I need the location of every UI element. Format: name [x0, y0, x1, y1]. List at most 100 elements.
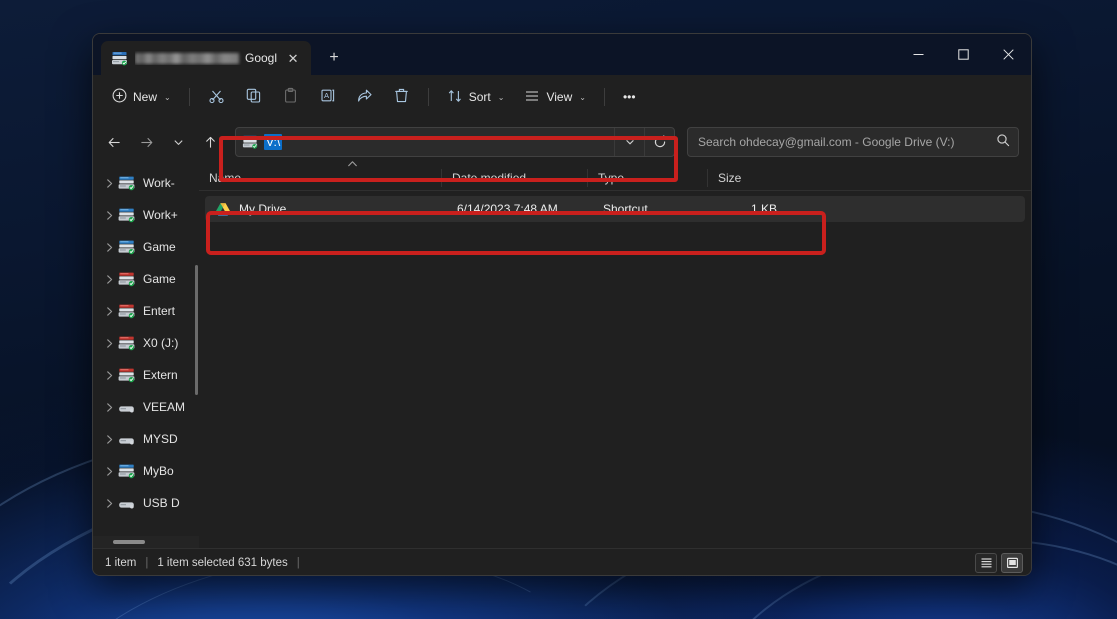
status-selection-info: 1 item selected 631 bytes: [157, 557, 287, 569]
share-button[interactable]: [347, 81, 382, 113]
cut-button[interactable]: [199, 81, 234, 113]
details-view-button[interactable]: [975, 553, 997, 573]
sidebar-item-label: Game: [143, 272, 176, 286]
chevron-right-icon[interactable]: [101, 338, 117, 349]
hdd-red-icon: [117, 303, 136, 320]
plus-circle-icon: [112, 88, 127, 106]
drive-plain-icon: [117, 495, 136, 512]
chevron-right-icon[interactable]: [101, 306, 117, 317]
command-bar: New ⌄: [93, 75, 1031, 119]
status-separator: |: [297, 557, 300, 569]
sidebar-item-label: USB D: [143, 496, 180, 510]
sidebar-item-1[interactable]: Work+: [93, 199, 199, 231]
sidebar-item-label: Game: [143, 240, 176, 254]
new-button[interactable]: New ⌄: [103, 81, 180, 113]
address-bar-wrapper: V:\: [235, 127, 675, 157]
tab-title-text: Googl: [245, 51, 277, 65]
rename-button[interactable]: A: [310, 81, 345, 113]
forward-button[interactable]: [131, 127, 161, 157]
address-path-text[interactable]: V:\: [264, 134, 282, 150]
copy-button[interactable]: [236, 81, 271, 113]
back-button[interactable]: [99, 127, 129, 157]
copy-icon: [245, 87, 262, 107]
tab-google-drive[interactable]: Googl ✕: [101, 41, 311, 75]
status-bar: 1 item | 1 item selected 631 bytes |: [93, 548, 1031, 576]
search-input[interactable]: Search ohdecay@gmail.com - Google Drive …: [698, 135, 996, 149]
sort-button[interactable]: Sort ⌄: [438, 81, 514, 113]
trash-icon: [393, 87, 410, 107]
view-button[interactable]: View ⌄: [515, 81, 595, 113]
close-button[interactable]: [986, 34, 1031, 75]
divider: [189, 88, 190, 106]
chevron-right-icon[interactable]: [101, 178, 117, 189]
sidebar-item-4[interactable]: Entert: [93, 295, 199, 327]
maximize-button[interactable]: [941, 34, 986, 75]
chevron-right-icon[interactable]: [101, 210, 117, 221]
chevron-right-icon[interactable]: [101, 370, 117, 381]
more-options-button[interactable]: •••: [614, 81, 645, 113]
svg-text:A: A: [324, 91, 330, 100]
refresh-button[interactable]: [644, 128, 674, 156]
column-header-name[interactable]: Name: [199, 169, 441, 187]
delete-button[interactable]: [384, 81, 419, 113]
new-button-label: New: [133, 90, 157, 104]
minimize-button[interactable]: [896, 34, 941, 75]
scrollbar-thumb[interactable]: [113, 540, 145, 544]
scissors-icon: [208, 87, 225, 107]
chevron-down-icon: ⌄: [579, 93, 586, 102]
column-headers: Name Date modified Type Size: [199, 165, 1031, 191]
sidebar-horizontal-scrollbar[interactable]: [93, 536, 199, 548]
drive-icon: [242, 134, 258, 150]
sidebar-item-3[interactable]: Game: [93, 263, 199, 295]
chevron-right-icon[interactable]: [101, 242, 117, 253]
chevron-right-icon[interactable]: [101, 402, 117, 413]
file-date-cell: 6/14/2023 7:48 AM: [447, 202, 593, 216]
table-row[interactable]: My Drive6/14/2023 7:48 AMShortcut1 KB: [205, 196, 1025, 222]
sidebar-item-10[interactable]: USB D: [93, 487, 199, 519]
recent-locations-button[interactable]: [163, 127, 193, 157]
paste-button[interactable]: [273, 81, 308, 113]
chevron-right-icon[interactable]: [101, 434, 117, 445]
title-bar: Googl ✕ +: [93, 34, 1031, 75]
status-separator: |: [145, 557, 148, 569]
column-header-type[interactable]: Type: [587, 169, 707, 187]
search-icon[interactable]: [996, 133, 1010, 152]
hdd-blue-icon: [117, 175, 136, 192]
chevron-right-icon[interactable]: [101, 498, 117, 509]
chevron-right-icon[interactable]: [101, 274, 117, 285]
sidebar-item-7[interactable]: VEEAM: [93, 391, 199, 423]
close-icon[interactable]: ✕: [281, 46, 305, 70]
sidebar-item-label: Extern: [143, 368, 178, 382]
sidebar-item-8[interactable]: MYSD: [93, 423, 199, 455]
rename-icon: A: [319, 87, 336, 107]
address-dropdown-button[interactable]: [614, 128, 644, 156]
file-size-cell: 1 KB: [713, 202, 791, 216]
column-header-size[interactable]: Size: [707, 169, 785, 187]
explorer-body: Work- Work+ Game Game Entert X0 (J:) Extern VEE…: [93, 165, 1031, 548]
sidebar-item-label: X0 (J:): [143, 336, 178, 350]
sidebar-item-label: Work+: [143, 208, 178, 222]
address-bar[interactable]: V:\: [235, 127, 675, 157]
sidebar-vertical-scrollbar[interactable]: [195, 265, 198, 395]
large-icons-view-button[interactable]: [1001, 553, 1023, 573]
sidebar-item-2[interactable]: Game: [93, 231, 199, 263]
sidebar-item-0[interactable]: Work-: [93, 167, 199, 199]
sidebar-item-label: Work-: [143, 176, 175, 190]
up-button[interactable]: [195, 127, 225, 157]
file-list-pane: Name Date modified Type Size My Drive6/1…: [199, 165, 1031, 548]
search-box[interactable]: Search ohdecay@gmail.com - Google Drive …: [687, 127, 1019, 157]
google-drive-icon: [215, 202, 231, 217]
file-explorer-window: Googl ✕ + New ⌄: [92, 33, 1032, 576]
chevron-right-icon[interactable]: [101, 466, 117, 477]
sidebar-item-6[interactable]: Extern: [93, 359, 199, 391]
sidebar-item-5[interactable]: X0 (J:): [93, 327, 199, 359]
sidebar-item-9[interactable]: MyBo: [93, 455, 199, 487]
file-name-cell[interactable]: My Drive: [205, 202, 447, 217]
navigation-pane: Work- Work+ Game Game Entert X0 (J:) Extern VEE…: [93, 165, 199, 548]
file-type-cell: Shortcut: [593, 202, 713, 216]
address-row: V:\ Search ohdecay@gmail.com - Google Dr…: [93, 119, 1031, 165]
hdd-blue-icon: [117, 239, 136, 256]
new-tab-button[interactable]: +: [319, 43, 349, 73]
column-header-date-modified[interactable]: Date modified: [441, 169, 587, 187]
window-controls: [896, 34, 1031, 75]
